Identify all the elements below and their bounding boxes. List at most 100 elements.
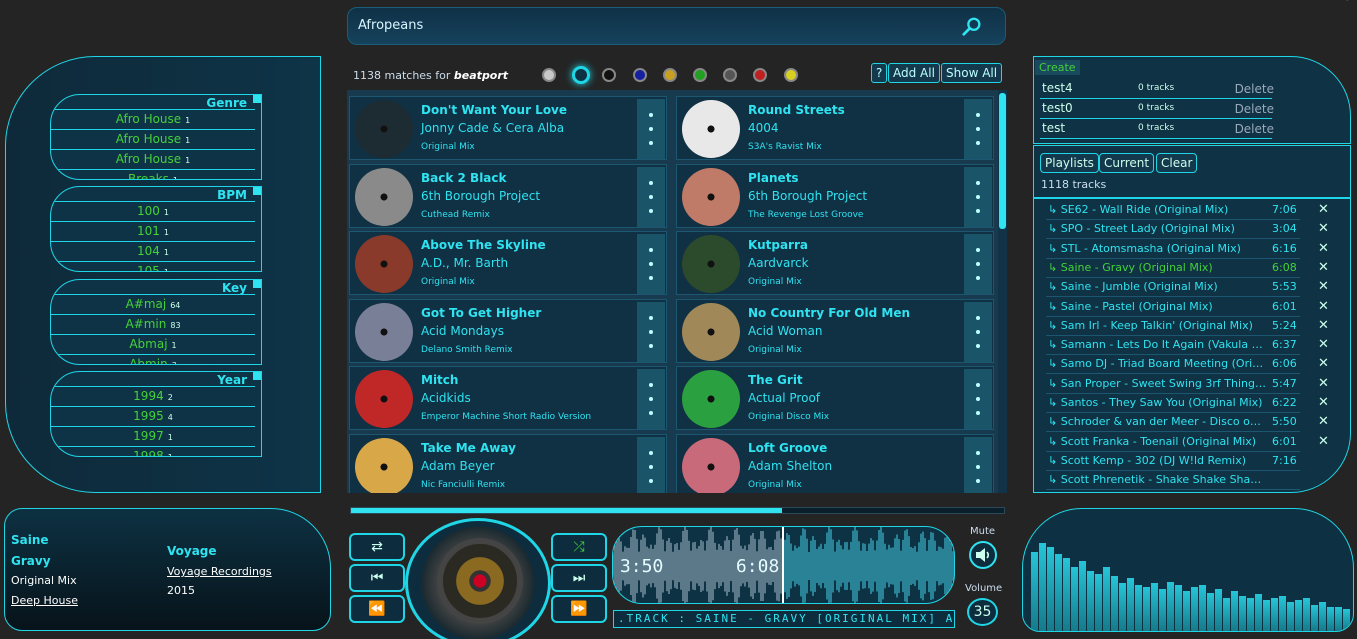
track-menu-button[interactable] xyxy=(964,369,992,429)
filter-option[interactable]: A#maj 64 xyxy=(51,294,255,314)
remove-track-icon[interactable]: ✕ xyxy=(1318,260,1329,275)
playlist-delete-button[interactable]: Delete xyxy=(1235,102,1274,116)
track-menu-button[interactable] xyxy=(637,301,665,362)
now-label-link[interactable]: Voyage Recordings xyxy=(167,565,272,578)
track-card[interactable]: Round Streets 4004 S3A's Ravist Mix xyxy=(676,96,994,160)
next-button[interactable]: ⏭ xyxy=(551,564,607,592)
color-filter-dot[interactable] xyxy=(602,68,617,82)
filter-option[interactable]: 104 1 xyxy=(51,241,255,261)
playlist-row[interactable]: test0 0 tracks Delete xyxy=(1040,100,1274,119)
queue-row[interactable]: Schroder & van der Meer - Disco op zater… xyxy=(1046,413,1300,433)
filter-option[interactable]: Breaks 1 xyxy=(51,169,255,179)
track-menu-button[interactable] xyxy=(964,301,992,362)
track-card[interactable]: Don't Want Your Love Jonny Cade & Cera Al… xyxy=(349,96,667,160)
queue-row[interactable]: Saine - Jumble (Original Mix) 5:53 xyxy=(1046,278,1300,298)
queue-row[interactable]: Santos - They Saw You (Original Mix) 6:22 xyxy=(1046,394,1300,413)
shuffle-button[interactable]: ⤮ xyxy=(551,533,607,561)
queue-row[interactable]: Scott Kemp - 302 (DJ W!ld Remix) 7:16 xyxy=(1046,452,1300,471)
filter-option[interactable]: A#min 83 xyxy=(51,314,255,334)
playlist-row[interactable]: test4 0 tracks Delete xyxy=(1040,80,1274,99)
remove-track-icon[interactable]: ✕ xyxy=(1318,356,1329,371)
now-genre-link[interactable]: Deep House xyxy=(11,594,78,607)
queue-row[interactable]: Saine - Pastel (Original Mix) 6:01 xyxy=(1046,298,1300,317)
track-card[interactable]: Take Me Away Adam Beyer Nic Fanciulli Remi… xyxy=(349,433,667,493)
filter-option[interactable]: 101 1 xyxy=(51,221,255,241)
mute-button[interactable] xyxy=(969,541,997,569)
filter-option[interactable]: Abmin 3 xyxy=(51,354,255,364)
remove-track-icon[interactable]: ✕ xyxy=(1318,221,1329,236)
filter-option[interactable]: Abmaj 1 xyxy=(51,334,255,354)
track-menu-button[interactable] xyxy=(964,436,992,493)
clear-button[interactable]: Clear xyxy=(1156,153,1198,173)
track-menu-button[interactable] xyxy=(964,99,992,159)
remove-track-icon[interactable]: ✕ xyxy=(1318,434,1329,449)
track-card[interactable]: The Grit Actual Proof Original Disco Mix xyxy=(676,366,994,430)
color-filter-dot[interactable] xyxy=(753,68,768,82)
queue-row[interactable]: SE62 - Wall Ride (Original Mix) 7:06 xyxy=(1046,201,1300,220)
grid-scrollbar-thumb[interactable] xyxy=(999,93,1006,229)
color-filter-dot[interactable] xyxy=(693,68,707,82)
track-menu-button[interactable] xyxy=(637,234,665,294)
remove-track-icon[interactable]: ✕ xyxy=(1318,202,1329,217)
track-card[interactable]: Kutparra Aardvarck Original Mix xyxy=(676,231,994,295)
remove-track-icon[interactable]: ✕ xyxy=(1318,376,1329,391)
remove-track-icon[interactable]: ✕ xyxy=(1318,318,1329,333)
fast-forward-button[interactable]: ⏩ xyxy=(551,595,607,623)
filter-option[interactable]: 1994 2 xyxy=(51,386,255,406)
track-menu-button[interactable] xyxy=(964,234,992,294)
repeat-button[interactable]: ⇄ xyxy=(349,533,405,561)
queue-row[interactable]: Samann - Lets Do It Again (Vakula Mix) 6:… xyxy=(1046,336,1300,356)
track-card[interactable]: Got To Get Higher Acid Mondays Delano Smit… xyxy=(349,298,667,363)
track-menu-button[interactable] xyxy=(637,369,665,429)
queue-row[interactable]: Saine - Gravy (Original Mix) 6:08 xyxy=(1046,259,1300,278)
track-card[interactable]: Mitch Acidkids Emperor Machine Short Radio… xyxy=(349,366,667,430)
remove-track-icon[interactable]: ✕ xyxy=(1318,414,1329,429)
remove-track-icon[interactable]: ✕ xyxy=(1318,395,1329,410)
playlists-button[interactable]: Playlists xyxy=(1040,153,1099,173)
queue-row[interactable]: Scott Phrenetik - Shake Shake Shake (Ori… xyxy=(1046,471,1300,491)
filter-option[interactable]: 1998 1 xyxy=(51,446,255,456)
add-all-button[interactable]: Add All xyxy=(888,63,940,83)
playlist-delete-button[interactable]: Delete xyxy=(1235,122,1274,136)
track-card[interactable]: Above The Skyline A.D., Mr. Barth Original… xyxy=(349,231,667,295)
color-filter-dot[interactable] xyxy=(783,68,798,82)
queue-row[interactable]: Scott Franka - Toenail (Original Mix) 6:0… xyxy=(1046,433,1300,452)
playlist-delete-button[interactable]: Delete xyxy=(1235,82,1274,96)
filter-option[interactable]: 100 1 xyxy=(51,201,255,221)
color-filter-dot[interactable] xyxy=(723,68,738,82)
color-filter-dot[interactable] xyxy=(572,66,591,84)
track-card[interactable]: Planets 6th Borough Project The Revenge Lo… xyxy=(676,163,994,228)
filter-option[interactable]: Afro House 1 xyxy=(51,109,255,129)
queue-row[interactable]: Samo DJ - Triad Board Meeting (Original … xyxy=(1046,355,1300,375)
color-filter-dot[interactable] xyxy=(632,68,647,82)
track-menu-button[interactable] xyxy=(964,166,992,227)
queue-row[interactable]: SPO - Street Lady (Original Mix) 3:04 xyxy=(1046,220,1300,240)
track-menu-button[interactable] xyxy=(637,99,665,159)
rewind-button[interactable]: ⏪ xyxy=(349,595,405,623)
remove-track-icon[interactable]: ✕ xyxy=(1318,241,1329,256)
playlist-row[interactable]: test 0 tracks Delete xyxy=(1040,120,1274,139)
show-all-button[interactable]: Show All xyxy=(941,63,1003,83)
color-filter-dot[interactable] xyxy=(662,68,677,82)
previous-button[interactable]: ⏮ xyxy=(349,564,405,592)
search-icon[interactable] xyxy=(961,16,983,38)
remove-track-icon[interactable]: ✕ xyxy=(1318,279,1329,294)
filter-option[interactable]: 1995 4 xyxy=(51,406,255,426)
remove-track-icon[interactable]: ✕ xyxy=(1318,299,1329,314)
waveform[interactable] xyxy=(612,526,955,604)
track-card[interactable]: Back 2 Black 6th Borough Project Cuthead R… xyxy=(349,163,667,228)
current-button[interactable]: Current xyxy=(1099,153,1155,173)
create-playlist-button[interactable]: Create xyxy=(1035,60,1080,75)
queue-row[interactable]: STL - Atomsmasha (Original Mix) 6:16 xyxy=(1046,240,1300,259)
filter-option[interactable]: 105 1 xyxy=(51,261,255,271)
track-menu-button[interactable] xyxy=(637,436,665,493)
track-card[interactable]: Loft Groove Adam Shelton Original Mix xyxy=(676,433,994,493)
track-card[interactable]: No Country For Old Men Acid Woman Original… xyxy=(676,298,994,363)
filter-option[interactable]: 1997 1 xyxy=(51,426,255,446)
search-input[interactable] xyxy=(358,18,938,33)
filter-option[interactable]: Afro House 1 xyxy=(51,149,255,169)
remove-track-icon[interactable]: ✕ xyxy=(1318,337,1329,352)
queue-row[interactable]: San Proper - Sweet Swing 3rf Thing (Orig… xyxy=(1046,375,1300,394)
volume-knob[interactable]: 35 xyxy=(967,598,998,626)
help-button[interactable]: ? xyxy=(871,63,888,83)
